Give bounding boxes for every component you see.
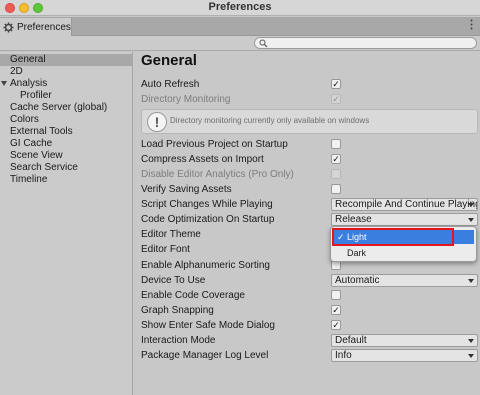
sidebar-item-label: Analysis <box>10 78 48 89</box>
verify-saving-assets-label: Verify Saving Assets <box>141 184 232 195</box>
safe-mode-dialog-checkbox[interactable]: ✓ <box>331 320 341 330</box>
package-manager-log-value: Info <box>335 350 352 361</box>
code-coverage-label: Enable Code Coverage <box>141 290 245 301</box>
load-previous-project-label: Load Previous Project on Startup <box>141 139 288 150</box>
graph-snapping-checkbox[interactable]: ✓ <box>331 305 341 315</box>
sidebar-item-analysis[interactable]: Analysis <box>0 78 133 90</box>
chevron-down-icon <box>468 354 474 358</box>
verify-saving-assets-checkbox[interactable] <box>331 184 341 194</box>
directory-monitoring-row: Directory Monitoring ✓ <box>141 93 478 106</box>
sidebar-item-cache-server[interactable]: Cache Server (global) <box>0 102 133 114</box>
title-bar: Preferences <box>0 0 480 16</box>
gear-icon <box>3 21 14 33</box>
search-icon <box>259 39 268 48</box>
sidebar-item-timeline[interactable]: Timeline <box>0 174 133 186</box>
sidebar-item-2d[interactable]: 2D <box>0 66 133 78</box>
disable-editor-analytics-label: Disable Editor Analytics (Pro Only) <box>141 169 294 180</box>
chevron-down-icon <box>468 279 474 283</box>
safe-mode-dialog-row: Show Enter Safe Mode Dialog ✓ <box>141 319 478 332</box>
theme-option-dark[interactable]: Dark <box>333 246 474 260</box>
info-box: ! Directory monitoring currently only av… <box>141 109 478 134</box>
search-input[interactable] <box>254 37 477 49</box>
graph-snapping-label: Graph Snapping <box>141 305 214 316</box>
expand-arrow-icon[interactable] <box>1 81 7 86</box>
preferences-window: Preferences Preferences General 2D Analy… <box>0 0 480 395</box>
device-to-use-row: Device To Use Automatic <box>141 274 478 287</box>
script-changes-label: Script Changes While Playing <box>141 199 273 210</box>
theme-option-label: Light <box>347 232 367 242</box>
auto-refresh-row: Auto Refresh ✓ <box>141 78 478 91</box>
interaction-mode-label: Interaction Mode <box>141 335 216 346</box>
chevron-down-icon <box>468 203 474 207</box>
package-manager-log-label: Package Manager Log Level <box>141 350 269 361</box>
code-optimization-value: Release <box>335 214 372 225</box>
info-message: Directory monitoring currently only avai… <box>170 116 370 125</box>
sidebar-item-search-service[interactable]: Search Service <box>0 162 133 174</box>
device-to-use-dropdown[interactable]: Automatic <box>331 274 478 287</box>
general-settings-panel: General Auto Refresh ✓ Directory Monitor… <box>134 52 480 395</box>
compress-assets-row: Compress Assets on Import ✓ <box>141 153 478 166</box>
compress-assets-label: Compress Assets on Import <box>141 154 264 165</box>
tab-preferences[interactable]: Preferences <box>0 18 72 36</box>
device-to-use-label: Device To Use <box>141 275 206 286</box>
auto-refresh-checkbox[interactable]: ✓ <box>331 79 341 89</box>
tab-bar: Preferences <box>0 17 480 36</box>
interaction-mode-dropdown[interactable]: Default <box>331 334 478 347</box>
load-previous-project-row: Load Previous Project on Startup <box>141 138 478 151</box>
disable-editor-analytics-row: Disable Editor Analytics (Pro Only) <box>141 168 478 181</box>
checkmark-icon: ✓ <box>337 232 345 242</box>
more-options-icon[interactable] <box>470 19 474 30</box>
directory-monitoring-checkbox: ✓ <box>331 94 341 104</box>
window-title: Preferences <box>208 1 272 13</box>
theme-option-label: Dark <box>347 248 367 258</box>
theme-option-light[interactable]: ✓ Light <box>333 230 474 244</box>
editor-theme-label: Editor Theme <box>141 229 201 240</box>
sidebar-item-profiler[interactable]: Profiler <box>0 90 133 102</box>
toolbar <box>0 36 480 51</box>
code-optimization-label: Code Optimization On Startup <box>141 214 275 225</box>
code-optimization-dropdown[interactable]: Release <box>331 213 478 226</box>
script-changes-dropdown[interactable]: Recompile And Continue Playing <box>331 198 478 211</box>
sidebar: General 2D Analysis Profiler Cache Serve… <box>0 52 133 395</box>
chevron-down-icon <box>468 218 474 222</box>
verify-saving-assets-row: Verify Saving Assets <box>141 183 478 196</box>
package-manager-log-dropdown[interactable]: Info <box>331 349 478 362</box>
alphanumeric-sorting-label: Enable Alphanumeric Sorting <box>141 260 270 271</box>
sidebar-item-colors[interactable]: Colors <box>0 114 133 126</box>
tab-label: Preferences <box>17 21 71 33</box>
graph-snapping-row: Graph Snapping ✓ <box>141 304 478 317</box>
page-title: General <box>141 52 197 69</box>
safe-mode-dialog-label: Show Enter Safe Mode Dialog <box>141 320 275 331</box>
package-manager-log-row: Package Manager Log Level Info <box>141 349 478 362</box>
editor-theme-menu: ✓ Light Dark <box>330 226 477 262</box>
directory-monitoring-label: Directory Monitoring <box>141 94 231 105</box>
editor-font-label: Editor Font <box>141 244 190 255</box>
sidebar-item-general[interactable]: General <box>0 54 133 66</box>
disable-editor-analytics-checkbox <box>331 169 341 179</box>
auto-refresh-label: Auto Refresh <box>141 79 200 90</box>
device-to-use-value: Automatic <box>335 275 380 286</box>
sidebar-item-scene-view[interactable]: Scene View <box>0 150 133 162</box>
script-changes-value: Recompile And Continue Playing <box>335 199 478 210</box>
code-coverage-checkbox[interactable] <box>331 290 341 300</box>
info-icon: ! <box>147 112 167 132</box>
sidebar-item-external-tools[interactable]: External Tools <box>0 126 133 138</box>
load-previous-project-checkbox[interactable] <box>331 139 341 149</box>
script-changes-row: Script Changes While Playing Recompile A… <box>141 198 478 211</box>
code-coverage-row: Enable Code Coverage <box>141 289 478 302</box>
interaction-mode-value: Default <box>335 335 367 346</box>
compress-assets-checkbox[interactable]: ✓ <box>331 154 341 164</box>
sidebar-item-gi-cache[interactable]: GI Cache <box>0 138 133 150</box>
chevron-down-icon <box>468 339 474 343</box>
code-optimization-row: Code Optimization On Startup Release <box>141 213 478 226</box>
interaction-mode-row: Interaction Mode Default <box>141 334 478 347</box>
